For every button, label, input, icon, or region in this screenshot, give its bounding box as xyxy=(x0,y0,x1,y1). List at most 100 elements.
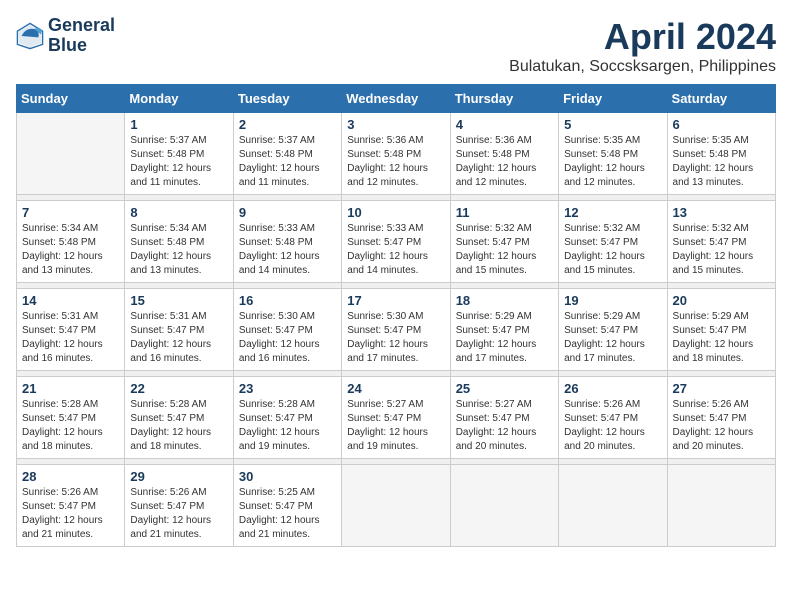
calendar-cell: 10Sunrise: 5:33 AM Sunset: 5:47 PM Dayli… xyxy=(342,201,450,283)
calendar-cell: 19 Sunrise: 5:29 AM Sunset: 5:47 PM Dayli… xyxy=(559,289,667,371)
calendar-cell: 24 Sunrise: 5:27 AM Sunset: 5:47 PM Dayli… xyxy=(342,377,450,459)
day-header-sunday: Sunday xyxy=(17,85,125,113)
calendar-table: SundayMondayTuesdayWednesdayThursdayFrid… xyxy=(16,84,776,547)
day-number: 30 xyxy=(239,469,336,484)
day-info: Sunrise: 5:36 AM Sunset: 5:48 PM Dayligh… xyxy=(347,134,444,190)
day-info: Sunrise: 5:35 AM Sunset: 5:48 PM Dayligh… xyxy=(673,134,770,190)
calendar-cell: 16Sunrise: 5:30 AM Sunset: 5:47 PM Dayli… xyxy=(233,289,341,371)
day-info: Sunrise: 5:28 AM Sunset: 5:47 PM Dayligh… xyxy=(239,398,336,454)
calendar-cell: 8 Sunrise: 5:34 AM Sunset: 5:48 PM Daylig… xyxy=(125,201,233,283)
calendar-cell: 23 Sunrise: 5:28 AM Sunset: 5:47 PM Dayli… xyxy=(233,377,341,459)
logo-icon xyxy=(16,22,44,50)
calendar-cell: 2 Sunrise: 5:37 AM Sunset: 5:48 PM Daylig… xyxy=(233,113,341,195)
day-header-thursday: Thursday xyxy=(450,85,558,113)
day-number: 13 xyxy=(673,205,770,220)
calendar-cell xyxy=(450,465,558,547)
day-number: 5 xyxy=(564,117,661,132)
calendar-cell: 20 Sunrise: 5:29 AM Sunset: 5:47 PM Dayli… xyxy=(667,289,775,371)
day-number: 15 xyxy=(130,293,227,308)
calendar-cell: 15 Sunrise: 5:31 AM Sunset: 5:47 PM Dayli… xyxy=(125,289,233,371)
day-number: 14 xyxy=(22,293,119,308)
header-row: SundayMondayTuesdayWednesdayThursdayFrid… xyxy=(17,85,776,113)
calendar-cell: 12 Sunrise: 5:32 AM Sunset: 5:47 PM Dayli… xyxy=(559,201,667,283)
calendar-cell: 9 Sunrise: 5:33 AM Sunset: 5:48 PM Daylig… xyxy=(233,201,341,283)
calendar-cell xyxy=(342,465,450,547)
calendar-title: April 2024 xyxy=(509,16,776,58)
day-info: Sunrise: 5:36 AM Sunset: 5:48 PM Dayligh… xyxy=(456,134,553,190)
day-info: Sunrise: 5:34 AM Sunset: 5:48 PM Dayligh… xyxy=(130,222,227,278)
day-info: Sunrise: 5:27 AM Sunset: 5:47 PM Dayligh… xyxy=(456,398,553,454)
day-info: Sunrise: 5:29 AM Sunset: 5:47 PM Dayligh… xyxy=(564,310,661,366)
day-info: Sunrise: 5:26 AM Sunset: 5:47 PM Dayligh… xyxy=(22,486,119,542)
day-info: Sunrise: 5:26 AM Sunset: 5:47 PM Dayligh… xyxy=(130,486,227,542)
title-section: April 2024 Bulatukan, Soccsksargen, Phil… xyxy=(509,16,776,76)
day-header-wednesday: Wednesday xyxy=(342,85,450,113)
day-number: 28 xyxy=(22,469,119,484)
calendar-cell: 18Sunrise: 5:29 AM Sunset: 5:47 PM Dayli… xyxy=(450,289,558,371)
day-info: Sunrise: 5:30 AM Sunset: 5:47 PM Dayligh… xyxy=(347,310,444,366)
calendar-cell: 25 Sunrise: 5:27 AM Sunset: 5:47 PM Dayli… xyxy=(450,377,558,459)
calendar-cell: 11 Sunrise: 5:32 AM Sunset: 5:47 PM Dayli… xyxy=(450,201,558,283)
day-info: Sunrise: 5:32 AM Sunset: 5:47 PM Dayligh… xyxy=(456,222,553,278)
day-info: Sunrise: 5:34 AM Sunset: 5:48 PM Dayligh… xyxy=(22,222,119,278)
page-header: General Blue April 2024 Bulatukan, Soccs… xyxy=(16,16,776,76)
day-info: Sunrise: 5:29 AM Sunset: 5:47 PM Dayligh… xyxy=(456,310,553,366)
calendar-cell: 13 Sunrise: 5:32 AM Sunset: 5:47 PM Dayli… xyxy=(667,201,775,283)
day-number: 21 xyxy=(22,381,119,396)
week-row-1: 1Sunrise: 5:37 AM Sunset: 5:48 PM Daylig… xyxy=(17,113,776,195)
day-number: 26 xyxy=(564,381,661,396)
calendar-cell xyxy=(667,465,775,547)
day-info: Sunrise: 5:28 AM Sunset: 5:47 PM Dayligh… xyxy=(22,398,119,454)
day-info: Sunrise: 5:32 AM Sunset: 5:47 PM Dayligh… xyxy=(564,222,661,278)
calendar-cell: 17 Sunrise: 5:30 AM Sunset: 5:47 PM Dayli… xyxy=(342,289,450,371)
day-info: Sunrise: 5:26 AM Sunset: 5:47 PM Dayligh… xyxy=(564,398,661,454)
calendar-cell: 30 Sunrise: 5:25 AM Sunset: 5:47 PM Dayli… xyxy=(233,465,341,547)
calendar-cell: 5Sunrise: 5:35 AM Sunset: 5:48 PM Daylig… xyxy=(559,113,667,195)
logo: General Blue xyxy=(16,16,115,56)
day-number: 17 xyxy=(347,293,444,308)
calendar-cell: 27 Sunrise: 5:26 AM Sunset: 5:47 PM Dayli… xyxy=(667,377,775,459)
day-header-saturday: Saturday xyxy=(667,85,775,113)
day-number: 9 xyxy=(239,205,336,220)
calendar-cell: 28 Sunrise: 5:26 AM Sunset: 5:47 PM Dayli… xyxy=(17,465,125,547)
day-number: 22 xyxy=(130,381,227,396)
day-number: 4 xyxy=(456,117,553,132)
day-number: 29 xyxy=(130,469,227,484)
day-number: 20 xyxy=(673,293,770,308)
day-number: 12 xyxy=(564,205,661,220)
day-number: 24 xyxy=(347,381,444,396)
day-info: Sunrise: 5:28 AM Sunset: 5:47 PM Dayligh… xyxy=(130,398,227,454)
day-number: 25 xyxy=(456,381,553,396)
day-number: 6 xyxy=(673,117,770,132)
week-row-2: 7 Sunrise: 5:34 AM Sunset: 5:48 PM Daylig… xyxy=(17,201,776,283)
day-info: Sunrise: 5:37 AM Sunset: 5:48 PM Dayligh… xyxy=(130,134,227,190)
calendar-subtitle: Bulatukan, Soccsksargen, Philippines xyxy=(509,58,776,76)
day-info: Sunrise: 5:25 AM Sunset: 5:47 PM Dayligh… xyxy=(239,486,336,542)
calendar-cell: 4 Sunrise: 5:36 AM Sunset: 5:48 PM Daylig… xyxy=(450,113,558,195)
calendar-cell: 22 Sunrise: 5:28 AM Sunset: 5:47 PM Dayli… xyxy=(125,377,233,459)
day-number: 11 xyxy=(456,205,553,220)
day-info: Sunrise: 5:33 AM Sunset: 5:48 PM Dayligh… xyxy=(239,222,336,278)
day-info: Sunrise: 5:32 AM Sunset: 5:47 PM Dayligh… xyxy=(673,222,770,278)
week-row-3: 14 Sunrise: 5:31 AM Sunset: 5:47 PM Dayli… xyxy=(17,289,776,371)
week-row-4: 21 Sunrise: 5:28 AM Sunset: 5:47 PM Dayli… xyxy=(17,377,776,459)
calendar-cell xyxy=(17,113,125,195)
day-info: Sunrise: 5:27 AM Sunset: 5:47 PM Dayligh… xyxy=(347,398,444,454)
day-info: Sunrise: 5:26 AM Sunset: 5:47 PM Dayligh… xyxy=(673,398,770,454)
day-number: 2 xyxy=(239,117,336,132)
day-number: 19 xyxy=(564,293,661,308)
day-header-friday: Friday xyxy=(559,85,667,113)
calendar-cell: 14Sunrise: 5:31 AM Sunset: 5:47 PM Dayli… xyxy=(17,289,125,371)
day-number: 8 xyxy=(130,205,227,220)
day-number: 23 xyxy=(239,381,336,396)
calendar-cell: 7 Sunrise: 5:34 AM Sunset: 5:48 PM Daylig… xyxy=(17,201,125,283)
calendar-cell: 6 Sunrise: 5:35 AM Sunset: 5:48 PM Daylig… xyxy=(667,113,775,195)
logo-text: General Blue xyxy=(48,16,115,56)
day-info: Sunrise: 5:37 AM Sunset: 5:48 PM Dayligh… xyxy=(239,134,336,190)
day-header-monday: Monday xyxy=(125,85,233,113)
day-info: Sunrise: 5:31 AM Sunset: 5:47 PM Dayligh… xyxy=(130,310,227,366)
calendar-cell: 21 Sunrise: 5:28 AM Sunset: 5:47 PM Dayli… xyxy=(17,377,125,459)
day-info: Sunrise: 5:29 AM Sunset: 5:47 PM Dayligh… xyxy=(673,310,770,366)
day-number: 7 xyxy=(22,205,119,220)
day-number: 27 xyxy=(673,381,770,396)
